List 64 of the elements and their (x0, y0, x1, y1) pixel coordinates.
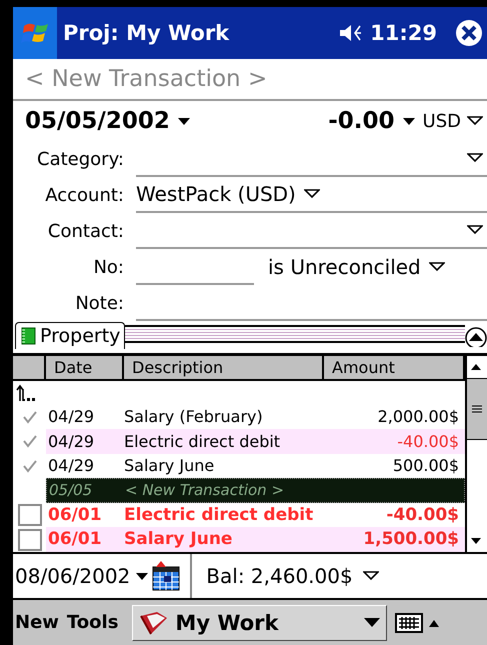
checkmark-icon (22, 458, 38, 473)
checkmark-icon (22, 434, 38, 448)
table-cell-text: Electric direct debit (124, 504, 314, 525)
table-cell: Salary June (124, 527, 324, 552)
table-cell-text: Salary (February) (124, 407, 264, 426)
clock-time[interactable]: 11:29 (370, 21, 437, 45)
date-dropdown[interactable]: 05/05/2002 (25, 108, 328, 134)
caret-icon (467, 116, 483, 126)
field-label: No: (92, 256, 125, 280)
table-cell-text: 2,000.00$ (376, 407, 460, 426)
field-label: Account: (44, 184, 125, 208)
property-tab[interactable]: Property (15, 322, 126, 349)
table-cell-text: -40.00$ (385, 504, 460, 525)
caret-icon (428, 262, 445, 272)
table-cell-text: Salary June (124, 456, 216, 476)
new-transaction-row[interactable]: 05/05 < New Transaction > (46, 478, 465, 503)
close-icon[interactable] (455, 19, 483, 47)
amount-dropdown[interactable]: -0.00 (328, 108, 415, 134)
table-cell: 04/29 (46, 428, 124, 454)
caret-icon (402, 118, 415, 124)
checkmark-icon (22, 410, 38, 424)
notebook-icon (20, 327, 36, 345)
table-cell-text: 06/01 (47, 504, 103, 525)
start-button[interactable] (13, 7, 57, 59)
table-cell: 06/01 (46, 527, 124, 552)
caret-icon (304, 189, 320, 199)
collapse-up-icon[interactable] (465, 325, 487, 347)
table-cell[interactable]: 05/05 (47, 481, 125, 500)
caret-icon (467, 153, 483, 163)
caret-icon (467, 225, 483, 235)
checkbox[interactable] (18, 504, 42, 526)
date-dropdown[interactable]: 08/06/2002 (13, 564, 148, 588)
window-title: Proj: My Work (63, 21, 230, 45)
scroll-thumb[interactable] (467, 378, 487, 440)
column-header[interactable]: Date (46, 356, 124, 380)
field-label: Contact: (46, 220, 125, 244)
table-cell-text: 500.00$ (392, 456, 460, 476)
column-header[interactable]: Description (124, 356, 324, 380)
account-dropdown[interactable]: WestPack (USD) (136, 177, 487, 213)
table-cell-text: 04/29 (47, 456, 96, 476)
caret-icon (364, 618, 380, 628)
scrollbar[interactable] (465, 356, 487, 552)
caret-icon (178, 118, 190, 124)
field-label: Note: (74, 292, 125, 316)
field-label: Category: (36, 148, 125, 172)
table-cell: 1,500.00$ (324, 527, 465, 552)
project-dropdown[interactable]: My Work (132, 604, 388, 640)
grip-icon (472, 405, 482, 413)
status-dropdown[interactable]: is Unreconciled (268, 249, 445, 285)
up-level-icon[interactable] (15, 382, 37, 403)
table-cell: -40.00$ (324, 428, 465, 454)
table-cell[interactable]: < New Transaction > (125, 481, 325, 500)
table-cell: Electric direct debit (124, 428, 324, 454)
caret-icon (362, 571, 379, 581)
table-cell-text: 04/29 (47, 407, 96, 426)
menu-item[interactable]: Tools (66, 612, 118, 633)
caret-icon (136, 572, 148, 580)
currency-dropdown[interactable]: USD (422, 110, 483, 132)
transaction-header: < New Transaction > (25, 66, 268, 92)
keyboard-icon[interactable] (395, 612, 424, 634)
calendar-icon[interactable] (152, 561, 180, 591)
book-icon (139, 610, 170, 636)
menu-item[interactable]: New (15, 612, 59, 633)
checkbox[interactable] (18, 528, 42, 550)
